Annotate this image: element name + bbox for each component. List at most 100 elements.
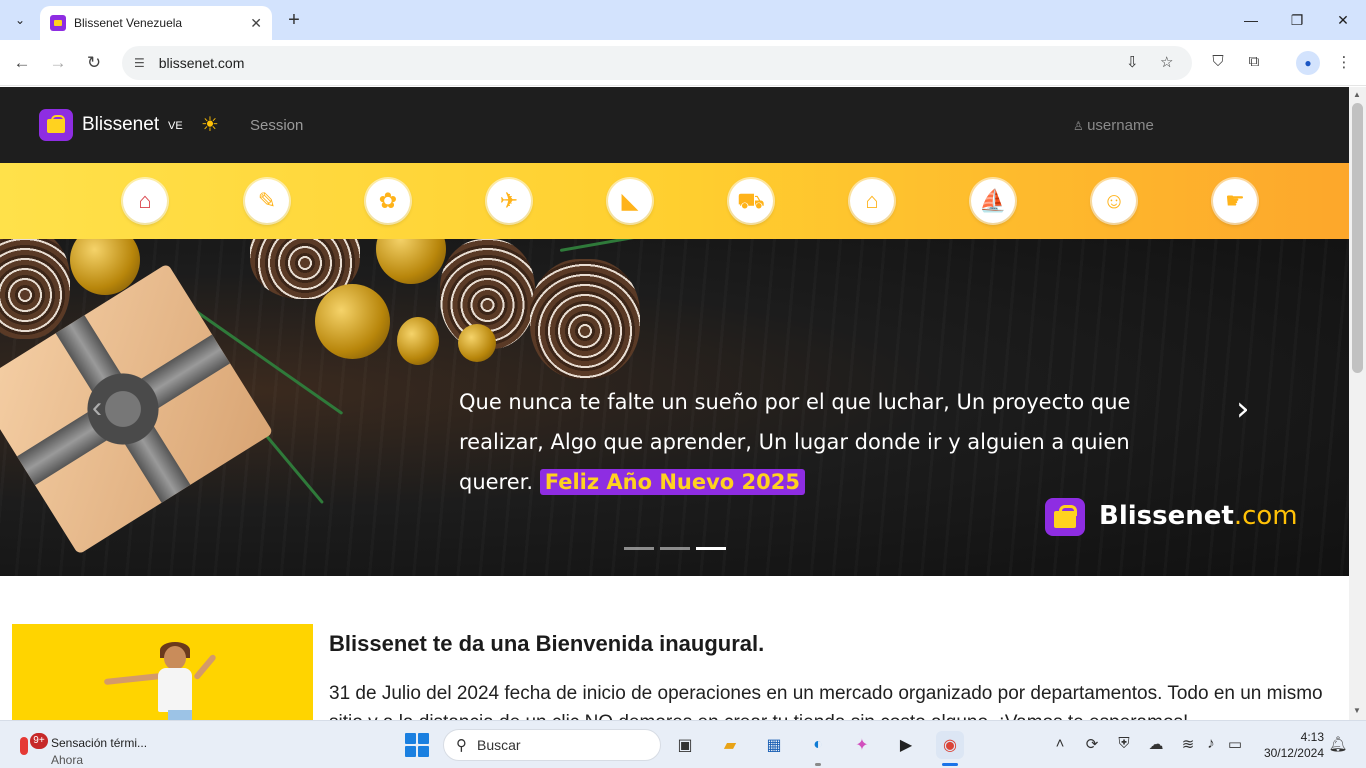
username-label: username	[1087, 117, 1154, 134]
carousel-indicator-1[interactable]	[624, 547, 654, 550]
show-hidden-icons-icon[interactable]: ˄	[1049, 735, 1071, 752]
carousel-prev-icon[interactable]: ‹	[92, 391, 102, 425]
image-figure	[164, 646, 186, 670]
microsoft-store-icon[interactable]: ▦	[760, 731, 788, 759]
weather-title: Sensación térmi...	[51, 736, 148, 750]
blissenet-favicon-icon	[50, 15, 66, 31]
category-people[interactable]: ☺	[1092, 179, 1136, 223]
back-arrow-icon[interactable]: ←	[10, 51, 34, 75]
clock-date: 30/12/2024	[1263, 746, 1324, 760]
weather-widget[interactable]: 9+ Sensación térmi... Ahora	[18, 729, 168, 767]
intro-text: 31 de Julio del 2024 fecha de inicio de …	[329, 683, 1323, 720]
image-figure	[158, 668, 192, 712]
carousel-indicator-2[interactable]	[660, 547, 690, 550]
file-explorer-icon[interactable]: ▰	[716, 731, 744, 759]
chrome-browser-icon[interactable]: ◉	[936, 731, 964, 759]
forward-arrow-icon[interactable]: →	[46, 51, 70, 75]
category-store[interactable]: ⌂	[123, 179, 167, 223]
search-icon: ⚲	[456, 737, 467, 754]
category-real-estate[interactable]: ⌂	[850, 179, 894, 223]
category-vehicles[interactable]: ⛟	[729, 179, 773, 223]
active-indicator	[942, 763, 958, 766]
edge-browser-icon[interactable]: ◐	[804, 731, 832, 759]
tab-close-icon[interactable]: ✕	[250, 15, 262, 32]
minimize-button[interactable]: —	[1228, 0, 1274, 40]
sync-icon[interactable]: ⟳	[1081, 735, 1103, 753]
scroll-up-icon[interactable]: ▲	[1353, 90, 1361, 99]
browser-toolbar: ← → ↻ ☰ blissenet.com ⇩ ☆ ⛉ ⧉ ● ⋮	[0, 40, 1366, 86]
category-boats[interactable]: ⛵	[971, 179, 1015, 223]
browser-tab[interactable]: Blissenet Venezuela ✕	[40, 6, 272, 40]
battery-icon[interactable]: ▭	[1224, 735, 1246, 753]
close-window-button[interactable]: ✕	[1320, 0, 1366, 40]
new-tab-button[interactable]: +	[282, 8, 306, 32]
notifications-bell-icon[interactable]: 🔔︎	[1327, 735, 1349, 753]
house-icon: ⌂	[865, 188, 879, 213]
tab-title: Blissenet Venezuela	[74, 16, 183, 30]
car-icon: ⛟	[737, 188, 765, 213]
clock-time: 4:13	[1300, 730, 1324, 744]
windows-taskbar: 9+ Sensación térmi... Ahora ⚲ Buscar ▣ ▰…	[0, 720, 1366, 768]
site-navbar: Blissenet VE ☀ Session ♙ username	[0, 87, 1349, 163]
reload-icon[interactable]: ↻	[82, 51, 106, 75]
media-player-icon[interactable]: ▶	[892, 731, 920, 759]
site-info-icon[interactable]: ☰	[134, 56, 145, 70]
page-viewport: Blissenet VE ☀ Session ♙ username ⌂ ✎ ✿ …	[0, 87, 1349, 720]
install-app-icon[interactable]: ⇩	[1126, 53, 1139, 71]
carousel-next-icon[interactable]: ›	[1236, 389, 1250, 429]
windows-start-icon[interactable]	[405, 733, 429, 757]
user-icon: ♙	[1073, 119, 1088, 133]
carousel-indicator-3[interactable]	[696, 547, 726, 550]
image-figure	[168, 710, 192, 720]
hero-carousel: ‹ Que nunca te falte un sueño por el que…	[0, 239, 1349, 576]
theme-sun-icon[interactable]: ☀	[201, 115, 219, 135]
people-icon: ☺	[1102, 188, 1126, 213]
browser-menu-icon[interactable]: ⋮	[1333, 53, 1355, 71]
country-code: VE	[168, 120, 183, 132]
intro-image	[12, 624, 313, 720]
ticket-icon: ✎	[257, 188, 277, 213]
cloud-offline-icon[interactable]: ☁	[1145, 735, 1167, 753]
scrollbar-thumb[interactable]	[1352, 103, 1363, 373]
volume-icon[interactable]: ♪	[1200, 735, 1222, 752]
hero-logo-icon	[1045, 498, 1085, 536]
category-tickets[interactable]: ✎	[245, 179, 289, 223]
address-bar[interactable]: ☰ blissenet.com ⇩ ☆	[122, 46, 1192, 80]
category-services[interactable]: ☛	[1213, 179, 1257, 223]
hero-brand-tld: .com	[1233, 501, 1298, 531]
username-link[interactable]: ♙ username	[1073, 117, 1154, 134]
weather-subtitle: Ahora	[51, 753, 84, 767]
system-clock[interactable]: 4:13 30/12/2024	[1258, 729, 1324, 761]
shield-extension-icon[interactable]: ⛉	[1207, 53, 1229, 70]
hero-message: Que nunca te falte un sueño por el que l…	[459, 382, 1159, 502]
scroll-down-icon[interactable]: ▼	[1353, 706, 1361, 715]
task-view-icon[interactable]: ▣	[671, 731, 699, 759]
hero-brand-name: Blissenet	[1099, 501, 1234, 531]
palette-icon: ✿	[378, 188, 398, 213]
session-link[interactable]: Session	[250, 117, 303, 134]
category-travel[interactable]: ✈	[487, 179, 531, 223]
running-indicator	[815, 763, 821, 766]
taskbar-search[interactable]: ⚲ Buscar	[443, 729, 661, 761]
category-art[interactable]: ✿	[366, 179, 410, 223]
sneaker-icon: ◣	[621, 188, 639, 213]
search-placeholder: Buscar	[477, 737, 521, 753]
extensions-puzzle-icon[interactable]: ⧉	[1243, 53, 1265, 70]
hero-highlight: Feliz Año Nuevo 2025	[539, 469, 805, 495]
brand-name[interactable]: Blissenet	[82, 114, 159, 136]
sailboat-icon: ⛵	[979, 188, 1007, 213]
tab-search-chevron-icon[interactable]: ⌄	[8, 8, 32, 32]
blissenet-logo-icon[interactable]	[39, 109, 73, 141]
copilot-icon[interactable]: ✦	[848, 731, 876, 759]
page-scrollbar[interactable]: ▲ ▼	[1349, 87, 1366, 720]
url-text[interactable]: blissenet.com	[159, 55, 245, 71]
security-warning-icon[interactable]: ⛨	[1113, 735, 1135, 752]
wifi-icon[interactable]: ≋	[1177, 735, 1199, 753]
maximize-button[interactable]: ❐	[1274, 0, 1320, 40]
notification-badge: 9+	[30, 733, 48, 749]
category-bar: ⌂ ✎ ✿ ✈ ◣ ⛟ ⌂ ⛵ ☺ ☛	[0, 163, 1349, 239]
category-footwear[interactable]: ◣	[608, 179, 652, 223]
bookmark-star-icon[interactable]: ☆	[1160, 53, 1173, 71]
image-figure	[103, 672, 163, 686]
profile-avatar-icon[interactable]: ●	[1296, 51, 1320, 75]
